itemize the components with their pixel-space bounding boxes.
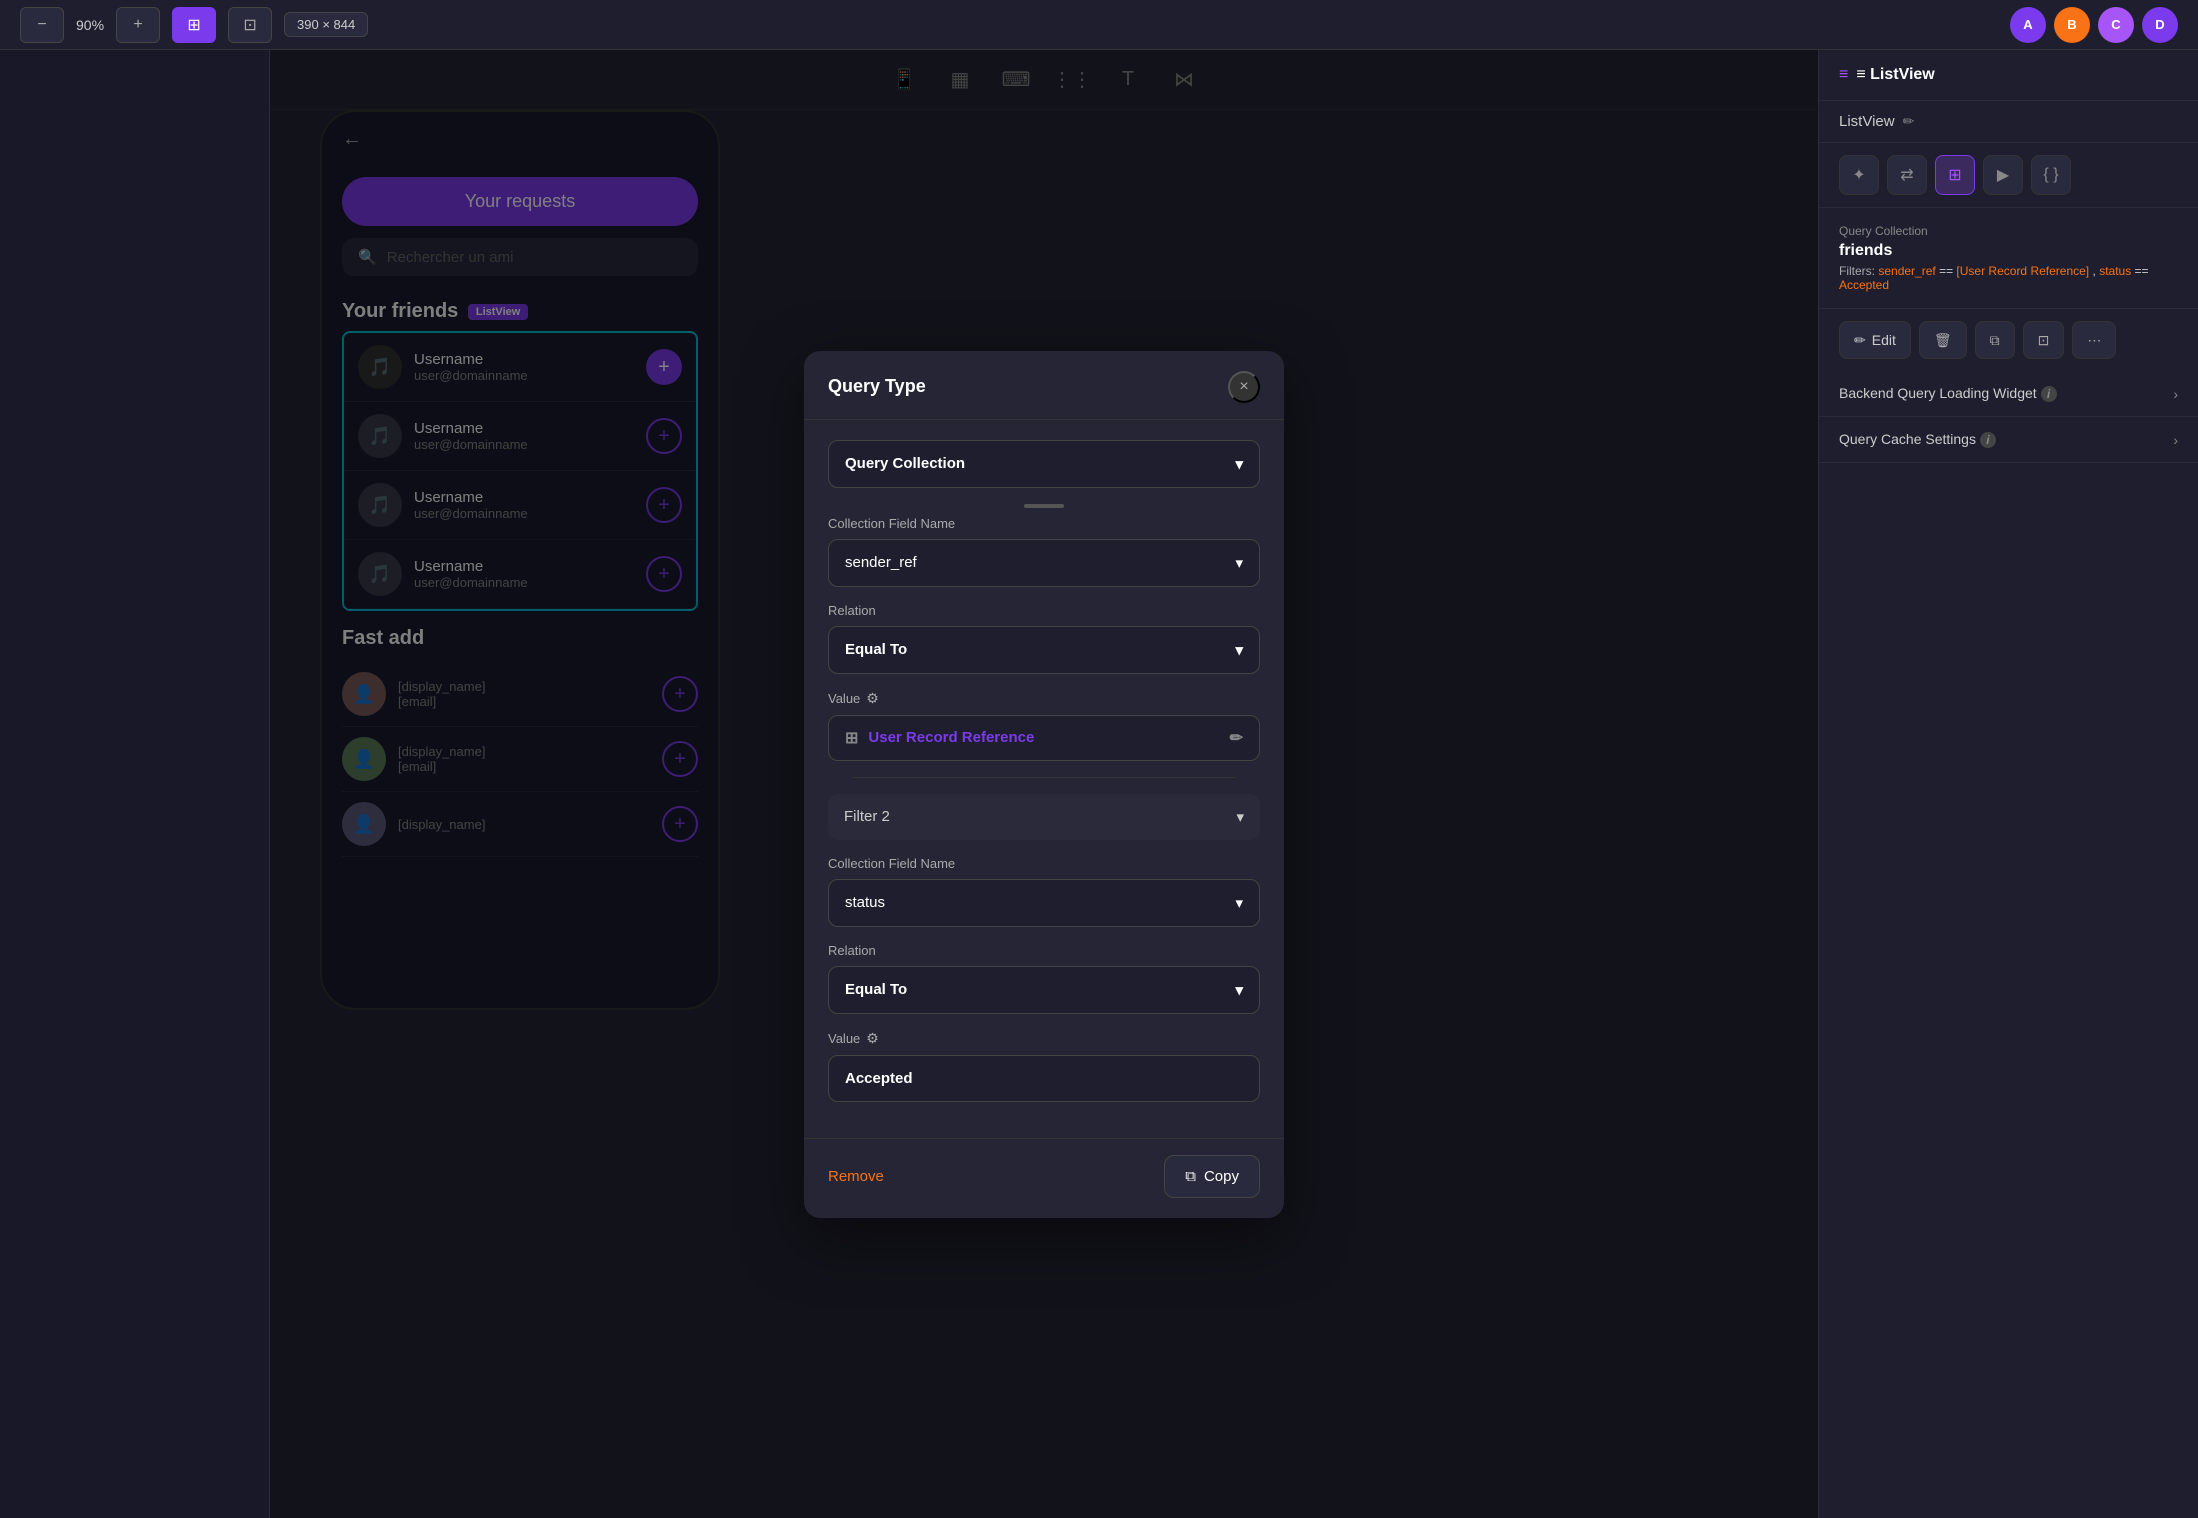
component-name-row: ListView ✏ [1819, 101, 2198, 143]
modal-header: Query Type × [804, 351, 1284, 420]
avatar-4: D [2142, 7, 2178, 43]
avatar-3: C [2098, 7, 2134, 43]
avatar-1: A [2010, 7, 2046, 43]
top-toolbar: − 90% + ⊞ ⊡ 390 × 844 A B C D [0, 0, 2198, 50]
filter1-section: Collection Field Name sender_ref ▾ Relat… [828, 516, 1260, 761]
frame-tool-btn[interactable]: ⊞ [172, 7, 216, 43]
copy-btn[interactable]: ⧉ Copy [1164, 1155, 1260, 1198]
table-icon: ⊞ [845, 728, 858, 748]
settings-icon-2: ⚙ [866, 1030, 879, 1047]
canvas-area: 📱 ▦ ⌨ ⋮⋮ T ⋈ ← Your requests 🔍 Recherche… [270, 50, 1818, 1518]
minus-icon: − [37, 16, 46, 34]
filter1-field-label: Collection Field Name [828, 516, 1260, 531]
filter-sender-op: == [1939, 264, 1956, 278]
copy-query-btn[interactable]: ⧉ [1975, 321, 2015, 359]
filter2-field-select[interactable]: status ▾ [828, 879, 1260, 927]
info-icon-1: i [2041, 386, 2057, 402]
info-icon-2: i [1980, 432, 1996, 448]
dimension-badge: 390 × 844 [284, 12, 368, 37]
tab-wand-btn[interactable]: ✦ [1839, 155, 1879, 195]
chevron-down-icon-4: ▾ [1236, 808, 1244, 826]
filter1-value-text: User Record Reference [868, 729, 1034, 746]
query-type-select-row: Query Collection ▾ [828, 440, 1260, 488]
copy-icon: ⧉ [1185, 1168, 1196, 1185]
filter-sender-key: sender_ref [1878, 264, 1935, 278]
component-name: ListView [1839, 113, 1895, 130]
filter2-field-label: Collection Field Name [828, 856, 1260, 871]
listview-icon: ≡ [1839, 66, 1848, 84]
chevron-down-icon-3: ▾ [1235, 641, 1243, 659]
filter2-value-text: Accepted [828, 1055, 1260, 1102]
filters-line: Filters: sender_ref == [User Record Refe… [1839, 264, 2178, 292]
trash-icon: 🗑 [1934, 332, 1952, 349]
modal-body: Query Collection ▾ Collection Field Name… [804, 420, 1284, 1138]
modal-close-btn[interactable]: × [1228, 371, 1260, 403]
modal-overlay: Query Type × Query Collection ▾ Collecti… [270, 50, 1818, 1518]
filter1-relation-select[interactable]: Equal To ▾ [828, 626, 1260, 674]
filter-sender-val: [User Record Reference] [1956, 264, 2089, 278]
tab-code-btn[interactable]: { } [2031, 155, 2071, 195]
left-sidebar [0, 50, 270, 1518]
select-tool-btn[interactable]: ⊡ [228, 7, 272, 43]
filter1-value-row[interactable]: ⊞ User Record Reference ✏ [828, 715, 1260, 761]
filter1-field-select[interactable]: sender_ref ▾ [828, 539, 1260, 587]
filter2-value-label: Value ⚙ [828, 1030, 1260, 1047]
backend-query-widget[interactable]: Backend Query Loading Widget i › [1819, 371, 2198, 417]
query-cache-settings[interactable]: Query Cache Settings i › [1819, 417, 2198, 463]
chevron-right-icon-2: › [2173, 432, 2178, 448]
filter2-relation-select[interactable]: Equal To ▾ [828, 966, 1260, 1014]
delete-query-btn[interactable]: 🗑 [1919, 321, 1967, 359]
plus-icon: + [133, 16, 142, 34]
edit-pencil-icon[interactable]: ✏ [1230, 728, 1243, 748]
right-panel-header: ≡ ≡ ListView [1819, 50, 2198, 101]
edit-query-btn[interactable]: ✏ Edit [1839, 321, 1911, 359]
modal-footer: Remove ⧉ Copy [804, 1138, 1284, 1218]
backend-query-label: Backend Query Loading Widget i [1839, 385, 2057, 402]
top-right-icons: A B C D [2010, 7, 2178, 43]
chevron-down-icon: ▾ [1235, 455, 1243, 473]
panel-tabs: ✦ ⇄ ⊞ ▶ { } [1819, 143, 2198, 208]
chevron-down-icon-2: ▾ [1235, 554, 1243, 572]
query-collection-value: friends [1839, 242, 2178, 260]
filter-status-op: == [2135, 264, 2149, 278]
tab-play-btn[interactable]: ▶ [1983, 155, 2023, 195]
more-query-btn[interactable]: ⋯ [2072, 321, 2116, 359]
query-collection-section: Query Collection friends Filters: sender… [1819, 208, 2198, 309]
filter2-header-label: Filter 2 [844, 808, 890, 825]
filter2-relation-label: Relation [828, 943, 1260, 958]
query-cache-label: Query Cache Settings i [1839, 431, 1996, 448]
filter2-section: Filter 2 ▾ Collection Field Name status … [828, 794, 1260, 1102]
filter1-value-label: Value ⚙ [828, 690, 1260, 707]
filter2-header[interactable]: Filter 2 ▾ [828, 794, 1260, 840]
chevron-right-icon-1: › [2173, 386, 2178, 402]
edit-icon: ✏ [1854, 332, 1866, 349]
plus-zoom-btn[interactable]: + [116, 7, 160, 43]
query-type-select[interactable]: Query Collection ▾ [828, 440, 1260, 488]
scroll-indicator [1024, 504, 1064, 508]
remove-btn[interactable]: Remove [828, 1168, 884, 1185]
filter-status-val: Accepted [1839, 278, 1889, 292]
share-query-btn[interactable]: ⊡ [2023, 321, 2065, 359]
tab-table-btn[interactable]: ⊞ [1935, 155, 1975, 195]
edit-name-icon[interactable]: ✏ [1903, 113, 1915, 130]
panel-action-row: ✏ Edit 🗑 ⧉ ⊡ ⋯ [1819, 309, 2198, 371]
right-panel-title: ≡ ListView [1856, 66, 1934, 84]
avatar-2: B [2054, 7, 2090, 43]
filter1-relation-label: Relation [828, 603, 1260, 618]
chevron-down-icon-6: ▾ [1235, 981, 1243, 999]
minus-zoom-btn[interactable]: − [20, 7, 64, 43]
separator-1 [852, 777, 1236, 778]
settings-icon: ⚙ [866, 690, 879, 707]
query-collection-label: Query Collection [1839, 224, 2178, 238]
modal-title: Query Type [828, 376, 926, 397]
chevron-down-icon-5: ▾ [1235, 894, 1243, 912]
query-type-modal: Query Type × Query Collection ▾ Collecti… [804, 351, 1284, 1218]
tab-data-btn[interactable]: ⇄ [1887, 155, 1927, 195]
filter-status-key: status [2099, 264, 2131, 278]
right-panel: ≡ ≡ ListView ListView ✏ ✦ ⇄ ⊞ ▶ { } Quer… [1818, 50, 2198, 1518]
zoom-level: 90% [76, 17, 104, 33]
